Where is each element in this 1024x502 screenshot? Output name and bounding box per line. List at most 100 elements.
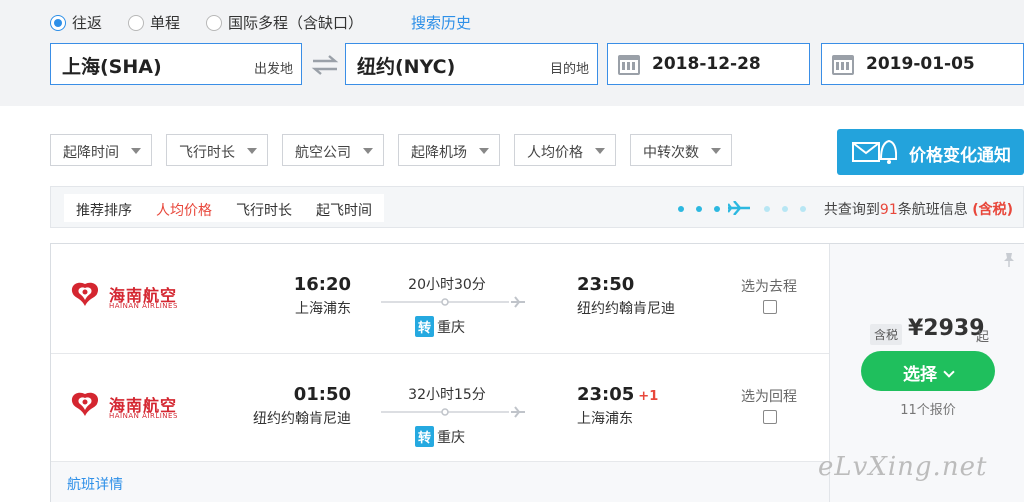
result-suffix: 条航班信息 xyxy=(897,202,968,218)
airline-name-en: HAINAN AIRLINES xyxy=(109,302,178,310)
filter-time[interactable]: 起降时间 xyxy=(50,134,152,166)
search-panel: 往返 单程 国际多程（含缺口） 搜索历史 上海(SHA) 出发地 纽约(NYC)… xyxy=(0,0,1024,106)
arrival-time: 23:50 xyxy=(577,274,638,295)
filter-label: 飞行时长 xyxy=(179,145,235,161)
card-footer: 航班详情 xyxy=(51,461,829,502)
hainan-logo-icon xyxy=(71,392,99,416)
transfer-tag: 转 xyxy=(415,316,435,337)
day-offset: +1 xyxy=(638,389,659,404)
transfer-info: 转 重庆 xyxy=(415,426,465,447)
pick-return-label: 选为回程 xyxy=(741,389,797,405)
trip-type-label: 单程 xyxy=(150,14,181,32)
trip-type-label: 往返 xyxy=(72,14,103,32)
departure-time: 16:20 xyxy=(293,274,351,295)
pick-return-checkbox[interactable] xyxy=(763,410,777,424)
transfer-tag: 转 xyxy=(415,426,435,447)
result-tax: (含税) xyxy=(972,202,1013,218)
pick-outbound-label: 选为去程 xyxy=(741,279,797,295)
arrival-airport: 纽约约翰肯尼迪 xyxy=(577,301,675,317)
destination-field[interactable]: 纽约(NYC) 目的地 xyxy=(345,43,598,85)
radio-icon xyxy=(128,14,145,31)
origin-hint: 出发地 xyxy=(253,62,293,77)
airline-name-en: HAINAN AIRLINES xyxy=(109,412,178,420)
arrival-time-value: 23:05 xyxy=(577,384,635,405)
depart-date-field[interactable]: 2018-12-28 xyxy=(607,43,810,85)
sort-tab-departure[interactable]: 起飞时间 xyxy=(304,194,384,222)
trip-type-group: 往返 单程 国际多程（含缺口） 搜索历史 xyxy=(50,12,471,33)
radio-icon xyxy=(206,14,223,31)
watermark: eLvXing.net xyxy=(818,452,988,482)
filter-airline[interactable]: 航空公司 xyxy=(282,134,384,166)
plane-icon xyxy=(728,201,750,215)
pick-outbound-checkbox[interactable] xyxy=(763,300,777,314)
select-button[interactable]: 选择 xyxy=(861,351,995,391)
destination-hint: 目的地 xyxy=(549,62,589,77)
departure-time: 01:50 xyxy=(293,384,351,405)
sort-tab-price[interactable]: 人均价格 xyxy=(144,194,224,222)
caret-down-icon xyxy=(247,148,257,154)
route-line-icon xyxy=(381,406,525,418)
flight-detail-link[interactable]: 航班详情 xyxy=(67,474,123,494)
price-notify-label: 价格变化通知 xyxy=(909,146,1011,166)
filter-airport[interactable]: 起降机场 xyxy=(398,134,500,166)
caret-down-icon xyxy=(131,148,141,154)
sort-tab-recommend[interactable]: 推荐排序 xyxy=(64,194,144,222)
origin-city: 上海(SHA) xyxy=(62,56,162,78)
progress-dot xyxy=(696,206,702,212)
calendar-icon xyxy=(832,55,854,75)
flight-duration: 20小时30分 xyxy=(408,277,486,293)
quote-count[interactable]: 11个报价 xyxy=(830,399,1024,418)
depart-date: 2018-12-28 xyxy=(652,54,761,74)
arrival-time: 23:05 +1 xyxy=(577,384,658,405)
arrival-time-value: 23:50 xyxy=(577,274,635,295)
transfer-city: 重庆 xyxy=(437,319,466,336)
return-date: 2019-01-05 xyxy=(866,54,975,74)
result-prefix: 共查询到 xyxy=(823,202,880,218)
sort-tabs: 推荐排序 人均价格 飞行时长 起飞时间 xyxy=(64,194,384,222)
filter-duration[interactable]: 飞行时长 xyxy=(166,134,268,166)
caret-down-icon xyxy=(595,148,605,154)
return-date-field[interactable]: 2019-01-05 xyxy=(821,43,1024,85)
airline-logo: 海南航空 HAINAN AIRLINES xyxy=(67,280,187,314)
price-notify-button[interactable]: 价格变化通知 xyxy=(837,129,1024,175)
flight-duration: 32小时15分 xyxy=(408,387,486,403)
route-line-icon xyxy=(381,296,525,308)
result-count: 共查询到91条航班信息 (含税) xyxy=(824,199,1013,219)
origin-field[interactable]: 上海(SHA) 出发地 xyxy=(50,43,302,85)
hainan-logo-icon xyxy=(71,282,99,306)
calendar-icon xyxy=(618,55,640,75)
filter-price[interactable]: 人均价格 xyxy=(514,134,616,166)
airline-logo: 海南航空 HAINAN AIRLINES xyxy=(67,390,187,424)
select-label: 选择 xyxy=(903,365,937,385)
mail-bell-icon xyxy=(852,139,897,164)
price-value: ¥2939 xyxy=(908,316,985,341)
swap-arrows-icon[interactable] xyxy=(311,53,339,77)
sort-tab-duration[interactable]: 飞行时长 xyxy=(224,194,304,222)
price-suffix: 起 xyxy=(976,330,990,345)
trip-type-oneway[interactable]: 单程 xyxy=(128,12,180,33)
progress-dot xyxy=(800,206,806,212)
flight-segment-return: 海南航空 HAINAN AIRLINES 01:50 纽约约翰肯尼迪 32小时1… xyxy=(51,354,829,462)
result-number: 91 xyxy=(879,202,898,218)
tax-badge: 含税 xyxy=(870,324,903,345)
results-area: 起降时间 飞行时长 航空公司 起降机场 人均价格 中转次数 价格变化通知 推荐排… xyxy=(0,106,1024,502)
search-history-link[interactable]: 搜索历史 xyxy=(411,12,471,33)
pin-icon[interactable] xyxy=(1001,252,1017,268)
departure-airport: 上海浦东 xyxy=(295,301,351,317)
trip-type-multi[interactable]: 国际多程（含缺口） xyxy=(206,12,363,33)
radio-icon xyxy=(50,14,66,31)
transfer-city: 重庆 xyxy=(437,429,466,446)
progress-dot xyxy=(714,206,720,212)
filter-label: 中转次数 xyxy=(643,145,699,161)
transfer-info: 转 重庆 xyxy=(415,316,465,337)
trip-type-round[interactable]: 往返 xyxy=(50,12,102,33)
progress-dot xyxy=(764,206,770,212)
trip-type-label: 国际多程（含缺口） xyxy=(228,14,364,32)
filter-label: 起降时间 xyxy=(63,145,119,161)
filter-label: 起降机场 xyxy=(411,145,467,161)
filter-label: 航空公司 xyxy=(295,145,351,161)
filter-transfers[interactable]: 中转次数 xyxy=(630,134,732,166)
chevron-down-icon xyxy=(943,366,955,378)
progress-dot xyxy=(678,206,684,212)
flight-segment-outbound: 海南航空 HAINAN AIRLINES 16:20 上海浦东 20小时30分 … xyxy=(51,244,829,352)
